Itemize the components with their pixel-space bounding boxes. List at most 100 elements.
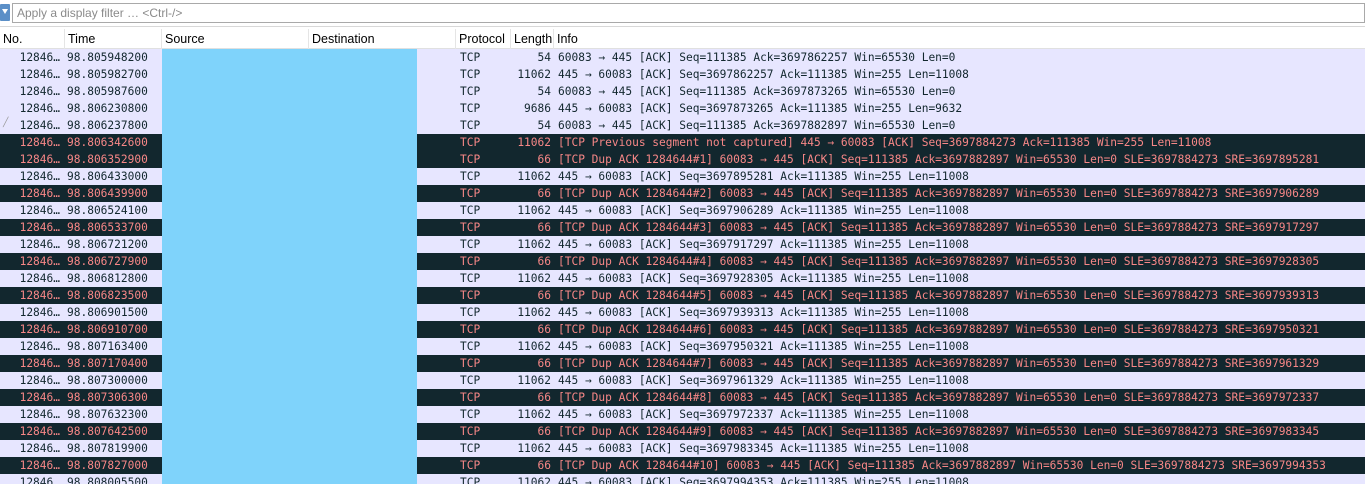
packet-info: 445 → 60083 [ACK] Seq=3697994353 Ack=111… bbox=[558, 476, 969, 484]
packet-length: 66 bbox=[537, 425, 551, 438]
packet-length: 9686 bbox=[524, 102, 551, 115]
packet-time: 98.807300000 bbox=[67, 374, 148, 387]
packet-protocol: TCP bbox=[460, 425, 481, 438]
packet-length: 66 bbox=[537, 187, 551, 200]
packet-number: 12846… bbox=[19, 153, 60, 166]
packet-protocol: TCP bbox=[460, 357, 481, 370]
packet-length: 66 bbox=[537, 255, 551, 268]
bookmark-filter-icon[interactable] bbox=[0, 4, 10, 21]
packet-time: 98.806342600 bbox=[67, 136, 148, 149]
packet-protocol: TCP bbox=[460, 221, 481, 234]
packet-protocol: TCP bbox=[460, 51, 481, 64]
packet-time: 98.806533700 bbox=[67, 221, 148, 234]
packet-length: 11062 bbox=[517, 442, 551, 455]
packet-time: 98.806727900 bbox=[67, 255, 148, 268]
packet-length: 11062 bbox=[517, 272, 551, 285]
packet-length: 11062 bbox=[517, 374, 551, 387]
packet-info: 445 → 60083 [ACK] Seq=3697906289 Ack=111… bbox=[558, 204, 969, 217]
packet-number: 12846… bbox=[19, 187, 60, 200]
packet-info: [TCP Dup ACK 1284644#6] 60083 → 445 [ACK… bbox=[558, 323, 1320, 336]
packet-number: 12846… bbox=[19, 68, 60, 81]
packet-length: 11062 bbox=[517, 306, 551, 319]
packet-protocol: TCP bbox=[460, 187, 481, 200]
column-header-time[interactable]: Time bbox=[65, 29, 162, 49]
packet-time: 98.807827000 bbox=[67, 459, 148, 472]
packet-time: 98.805987600 bbox=[67, 85, 148, 98]
packet-protocol: TCP bbox=[460, 204, 481, 217]
packet-protocol: TCP bbox=[460, 153, 481, 166]
packet-number: 12846… bbox=[19, 476, 60, 484]
packet-info: [TCP Dup ACK 1284644#9] 60083 → 445 [ACK… bbox=[558, 425, 1320, 438]
packet-info: 445 → 60083 [ACK] Seq=3697939313 Ack=111… bbox=[558, 306, 969, 319]
packet-info: 445 → 60083 [ACK] Seq=3697873265 Ack=111… bbox=[558, 102, 963, 115]
column-header-protocol[interactable]: Protocol bbox=[456, 29, 511, 49]
packet-protocol: TCP bbox=[460, 459, 481, 472]
packet-time: 98.805982700 bbox=[67, 68, 148, 81]
packet-number: 12846… bbox=[19, 102, 60, 115]
packet-time: 98.807306300 bbox=[67, 391, 148, 404]
packet-info: 445 → 60083 [ACK] Seq=3697862257 Ack=111… bbox=[558, 68, 969, 81]
packet-info: [TCP Dup ACK 1284644#2] 60083 → 445 [ACK… bbox=[558, 187, 1320, 200]
packet-time: 98.806812800 bbox=[67, 272, 148, 285]
packet-length: 54 bbox=[537, 51, 551, 64]
packet-protocol: TCP bbox=[460, 238, 481, 251]
packet-time: 98.806352900 bbox=[67, 153, 148, 166]
packet-info: [TCP Dup ACK 1284644#4] 60083 → 445 [ACK… bbox=[558, 255, 1320, 268]
packet-length: 11062 bbox=[517, 170, 551, 183]
column-header-length[interactable]: Length bbox=[511, 29, 554, 49]
packet-length: 11062 bbox=[517, 408, 551, 421]
packet-length: 66 bbox=[537, 221, 551, 234]
packet-time: 98.807170400 bbox=[67, 357, 148, 370]
packet-length: 11062 bbox=[517, 68, 551, 81]
packet-info: [TCP Dup ACK 1284644#10] 60083 → 445 [AC… bbox=[558, 459, 1326, 472]
packet-number: 12846… bbox=[19, 136, 60, 149]
packet-time: 98.807632300 bbox=[67, 408, 148, 421]
packet-length: 11062 bbox=[517, 204, 551, 217]
packet-number: 12846… bbox=[19, 170, 60, 183]
redacted-address-block bbox=[162, 49, 417, 484]
packet-time: 98.806230800 bbox=[67, 102, 148, 115]
packet-info: 445 → 60083 [ACK] Seq=3697972337 Ack=111… bbox=[558, 408, 969, 421]
packet-info: 60083 → 445 [ACK] Seq=111385 Ack=3697862… bbox=[558, 51, 956, 64]
column-header-source[interactable]: Source bbox=[162, 29, 309, 49]
packet-number: 12846… bbox=[19, 442, 60, 455]
packet-length: 66 bbox=[537, 391, 551, 404]
display-filter-bar bbox=[0, 0, 1365, 27]
packet-protocol: TCP bbox=[460, 170, 481, 183]
packet-length: 54 bbox=[537, 119, 551, 132]
packet-info: 445 → 60083 [ACK] Seq=3697983345 Ack=111… bbox=[558, 442, 969, 455]
packet-info: [TCP Dup ACK 1284644#8] 60083 → 445 [ACK… bbox=[558, 391, 1320, 404]
packet-number: 12846… bbox=[19, 238, 60, 251]
packet-time: 98.806721200 bbox=[67, 238, 148, 251]
packet-time: 98.806433000 bbox=[67, 170, 148, 183]
column-header-info[interactable]: Info bbox=[554, 29, 1365, 49]
packet-time: 98.808005500 bbox=[67, 476, 148, 484]
packet-info: [TCP Dup ACK 1284644#3] 60083 → 445 [ACK… bbox=[558, 221, 1320, 234]
packet-number: 12846… bbox=[19, 272, 60, 285]
packet-protocol: TCP bbox=[460, 323, 481, 336]
packet-info: [TCP Dup ACK 1284644#7] 60083 → 445 [ACK… bbox=[558, 357, 1320, 370]
column-header-no[interactable]: No. bbox=[0, 29, 65, 49]
packet-length: 66 bbox=[537, 289, 551, 302]
packet-protocol: TCP bbox=[460, 85, 481, 98]
packet-protocol: TCP bbox=[460, 289, 481, 302]
packet-number: 12846… bbox=[19, 425, 60, 438]
packet-protocol: TCP bbox=[460, 442, 481, 455]
packet-number: 12846… bbox=[19, 459, 60, 472]
packet-protocol: TCP bbox=[460, 136, 481, 149]
column-header-destination[interactable]: Destination bbox=[309, 29, 456, 49]
packet-protocol: TCP bbox=[460, 306, 481, 319]
display-filter-input[interactable] bbox=[12, 3, 1365, 23]
packet-protocol: TCP bbox=[460, 102, 481, 115]
packet-time: 98.807819900 bbox=[67, 442, 148, 455]
packet-info: 445 → 60083 [ACK] Seq=3697917297 Ack=111… bbox=[558, 238, 969, 251]
packet-info: [TCP Previous segment not captured] 445 … bbox=[558, 136, 1212, 149]
packet-number: 12846… bbox=[19, 204, 60, 217]
packet-protocol: TCP bbox=[460, 408, 481, 421]
packet-time: 98.806237800 bbox=[67, 119, 148, 132]
packet-info: 60083 → 445 [ACK] Seq=111385 Ack=3697882… bbox=[558, 119, 956, 132]
packet-info: 60083 → 445 [ACK] Seq=111385 Ack=3697873… bbox=[558, 85, 956, 98]
packet-length: 11062 bbox=[517, 476, 551, 484]
packet-number: 12846… bbox=[19, 357, 60, 370]
packet-number: 12846… bbox=[19, 408, 60, 421]
